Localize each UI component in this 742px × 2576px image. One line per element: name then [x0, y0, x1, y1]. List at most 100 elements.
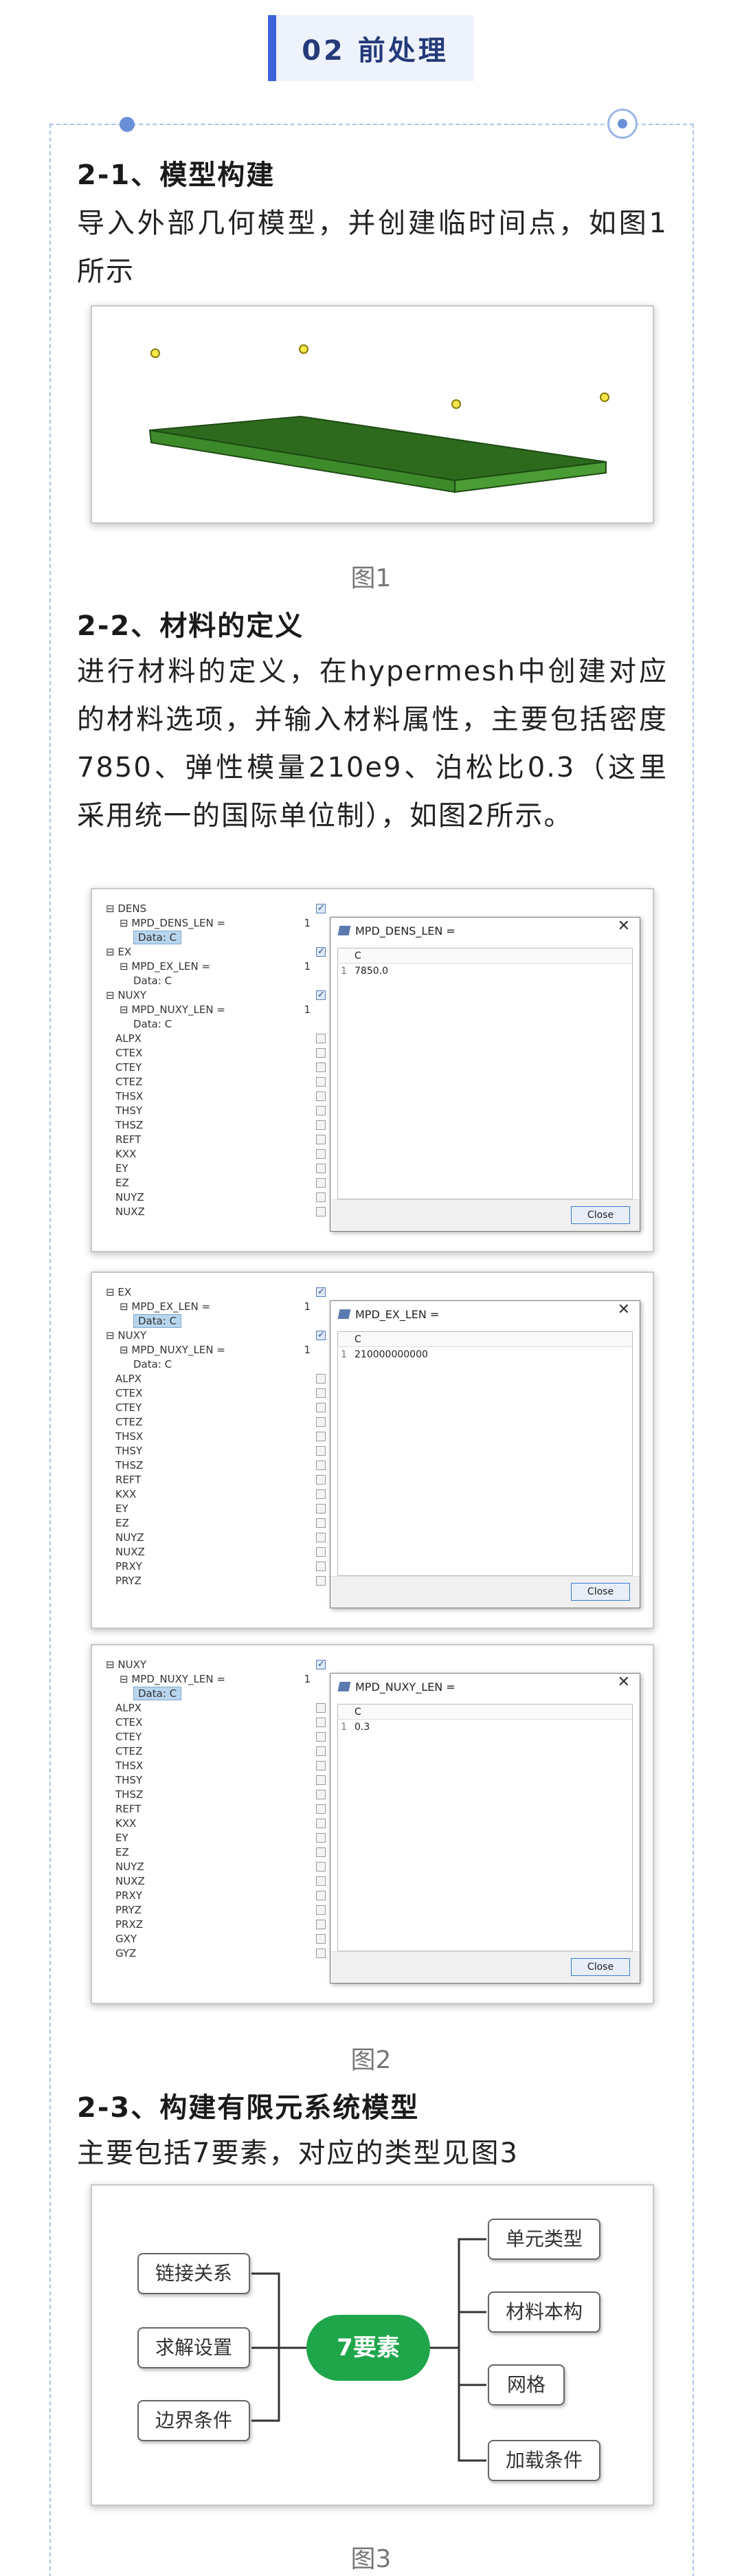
- material-checkbox[interactable]: [316, 1034, 326, 1043]
- material-tree-row[interactable]: ⊟ NUXY: [106, 1657, 326, 1672]
- material-tree-row[interactable]: CTEX: [106, 1386, 326, 1401]
- material-checkbox[interactable]: [316, 1135, 326, 1144]
- material-tree-row[interactable]: THSZ: [106, 1788, 326, 1802]
- material-tree-row[interactable]: ⊟ MPD_NUXY_LEN = 1: [106, 1343, 326, 1357]
- expand-toggle-icon[interactable]: ⊟: [120, 960, 131, 973]
- material-tree-row[interactable]: THSY: [106, 1104, 326, 1118]
- material-checkbox[interactable]: [316, 1489, 326, 1499]
- material-checkbox[interactable]: [316, 1518, 326, 1528]
- material-tree-row[interactable]: Data: C: [106, 1017, 326, 1032]
- grid-cell-value[interactable]: 0.3: [355, 1722, 370, 1733]
- material-tree-row[interactable]: THSZ: [106, 1458, 326, 1473]
- expand-toggle-icon[interactable]: ⊟: [120, 1300, 131, 1313]
- close-icon[interactable]: ✕: [618, 918, 630, 935]
- expand-toggle-icon[interactable]: ⊟: [106, 1329, 117, 1342]
- material-tree-row[interactable]: REFT: [106, 1802, 326, 1817]
- material-checkbox[interactable]: [316, 1819, 326, 1828]
- material-checkbox[interactable]: [316, 1804, 326, 1814]
- grid-row[interactable]: 1 210000000000: [338, 1347, 632, 1362]
- material-checkbox[interactable]: [316, 1120, 326, 1130]
- material-tree-row[interactable]: EZ: [106, 1176, 326, 1190]
- material-tree-row[interactable]: KXX: [106, 1147, 326, 1162]
- material-tree-row[interactable]: CTEY: [106, 1730, 326, 1744]
- material-checkbox[interactable]: [316, 1149, 326, 1159]
- material-tree-row[interactable]: Data: C: [106, 1687, 326, 1701]
- material-checkbox[interactable]: [316, 1388, 326, 1398]
- material-tree-row[interactable]: GYZ: [106, 1946, 326, 1961]
- material-tree-row[interactable]: EZ: [106, 1845, 326, 1860]
- material-tree-row[interactable]: ⊟ NUXY: [106, 988, 326, 1003]
- material-tree-row[interactable]: ⊟ EX: [106, 1285, 326, 1300]
- expand-toggle-icon[interactable]: ⊟: [106, 989, 117, 1001]
- material-checkbox[interactable]: [316, 1106, 326, 1115]
- grid-row[interactable]: 1 7850.0: [338, 964, 632, 979]
- close-icon[interactable]: ✕: [618, 1301, 630, 1318]
- material-checkbox[interactable]: [316, 1164, 326, 1173]
- material-tree-row[interactable]: CTEZ: [106, 1415, 326, 1430]
- material-checkbox[interactable]: [316, 1432, 326, 1441]
- material-tree-row[interactable]: ⊟ MPD_NUXY_LEN = 1: [106, 1003, 326, 1017]
- material-tree-row[interactable]: PRXZ: [106, 1918, 326, 1932]
- material-tree-row[interactable]: EZ: [106, 1516, 326, 1531]
- material-tree-row[interactable]: ⊟ DENS: [106, 901, 326, 916]
- material-tree-row[interactable]: PRXY: [106, 1889, 326, 1903]
- material-tree-row[interactable]: KXX: [106, 1817, 326, 1831]
- material-checkbox[interactable]: [316, 1562, 326, 1571]
- material-tree-row[interactable]: ⊟ MPD_EX_LEN = 1: [106, 1300, 326, 1314]
- material-checkbox[interactable]: [316, 1178, 326, 1188]
- material-checkbox[interactable]: [316, 1374, 326, 1384]
- grid-cell-value[interactable]: 7850.0: [355, 966, 388, 977]
- expand-toggle-icon[interactable]: ⊟: [106, 1658, 117, 1671]
- material-tree-row[interactable]: PRYZ: [106, 1574, 326, 1588]
- material-tree-row[interactable]: EY: [106, 1831, 326, 1845]
- material-checkbox[interactable]: [316, 1746, 326, 1756]
- material-checkbox[interactable]: [316, 1048, 326, 1058]
- material-checkbox[interactable]: [316, 1790, 326, 1799]
- material-tree-row[interactable]: ALPX: [106, 1372, 326, 1386]
- close-button[interactable]: Close: [571, 1206, 630, 1224]
- material-checkbox[interactable]: [316, 1833, 326, 1843]
- material-checkbox[interactable]: [316, 988, 326, 1002]
- material-tree-row[interactable]: Data: C: [106, 974, 326, 988]
- material-tree-row[interactable]: PRXY: [106, 1559, 326, 1574]
- material-tree-row[interactable]: CTEX: [106, 1046, 326, 1061]
- material-checkbox[interactable]: [316, 1948, 326, 1958]
- material-checkbox[interactable]: [316, 1732, 326, 1742]
- material-tree-row[interactable]: EY: [106, 1502, 326, 1516]
- material-tree-row[interactable]: NUXZ: [106, 1205, 326, 1219]
- material-tree-row[interactable]: ⊟ NUXY: [106, 1328, 326, 1343]
- material-checkbox[interactable]: [316, 1718, 326, 1727]
- material-checkbox[interactable]: [316, 1207, 326, 1217]
- expand-toggle-icon[interactable]: ⊟: [120, 1344, 131, 1356]
- material-checkbox[interactable]: [316, 1905, 326, 1915]
- material-checkbox[interactable]: [316, 1934, 326, 1944]
- material-checkbox[interactable]: [316, 1091, 326, 1101]
- material-tree-row[interactable]: Data: C: [106, 1314, 326, 1329]
- material-tree-row[interactable]: NUXZ: [106, 1545, 326, 1559]
- material-checkbox[interactable]: [316, 1403, 326, 1412]
- material-tree-row[interactable]: CTEX: [106, 1716, 326, 1730]
- material-tree-row[interactable]: Data: C: [106, 931, 326, 945]
- material-checkbox[interactable]: [316, 1657, 326, 1672]
- material-tree-row[interactable]: CTEZ: [106, 1744, 326, 1759]
- material-tree-row[interactable]: REFT: [106, 1473, 326, 1487]
- material-tree-row[interactable]: ⊟ EX: [106, 944, 326, 959]
- expand-toggle-icon[interactable]: ⊟: [120, 917, 131, 929]
- material-checkbox[interactable]: [316, 1417, 326, 1427]
- material-tree-row[interactable]: THSY: [106, 1444, 326, 1458]
- material-tree-row[interactable]: Data: C: [106, 1357, 326, 1372]
- material-tree-row[interactable]: THSX: [106, 1759, 326, 1773]
- material-checkbox[interactable]: [316, 1920, 326, 1929]
- material-tree-row[interactable]: CTEY: [106, 1401, 326, 1415]
- grid-row[interactable]: 1 0.3: [338, 1720, 632, 1735]
- material-checkbox[interactable]: [316, 1533, 326, 1542]
- expand-toggle-icon[interactable]: ⊟: [120, 1003, 131, 1016]
- material-checkbox[interactable]: [316, 1891, 326, 1900]
- material-tree-row[interactable]: GXY: [106, 1932, 326, 1946]
- material-checkbox[interactable]: [316, 944, 326, 959]
- material-checkbox[interactable]: [316, 1576, 326, 1586]
- material-tree-row[interactable]: THSY: [106, 1773, 326, 1788]
- expand-toggle-icon[interactable]: ⊟: [106, 902, 117, 915]
- material-checkbox[interactable]: [316, 1328, 326, 1342]
- material-tree-row[interactable]: NUYZ: [106, 1190, 326, 1205]
